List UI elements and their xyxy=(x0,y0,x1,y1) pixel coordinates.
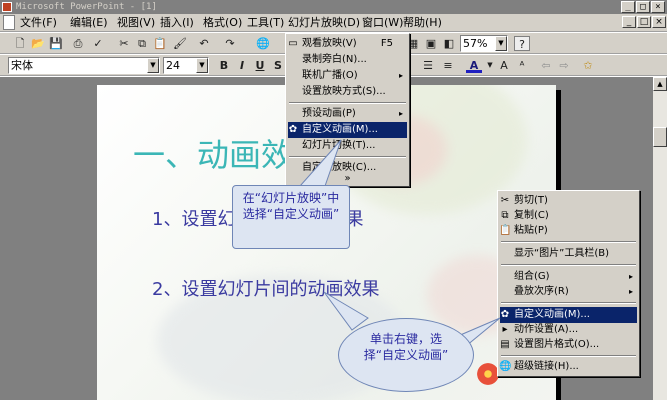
callout-b-pointer xyxy=(323,291,369,331)
callout-right-click-tip: 单击右键，选择“自定义动画” xyxy=(338,318,474,392)
callout-slide-show-tip: 在“幻灯片放映”中选择“自定义动画” xyxy=(232,185,350,249)
callout-a-pointer xyxy=(298,139,342,187)
